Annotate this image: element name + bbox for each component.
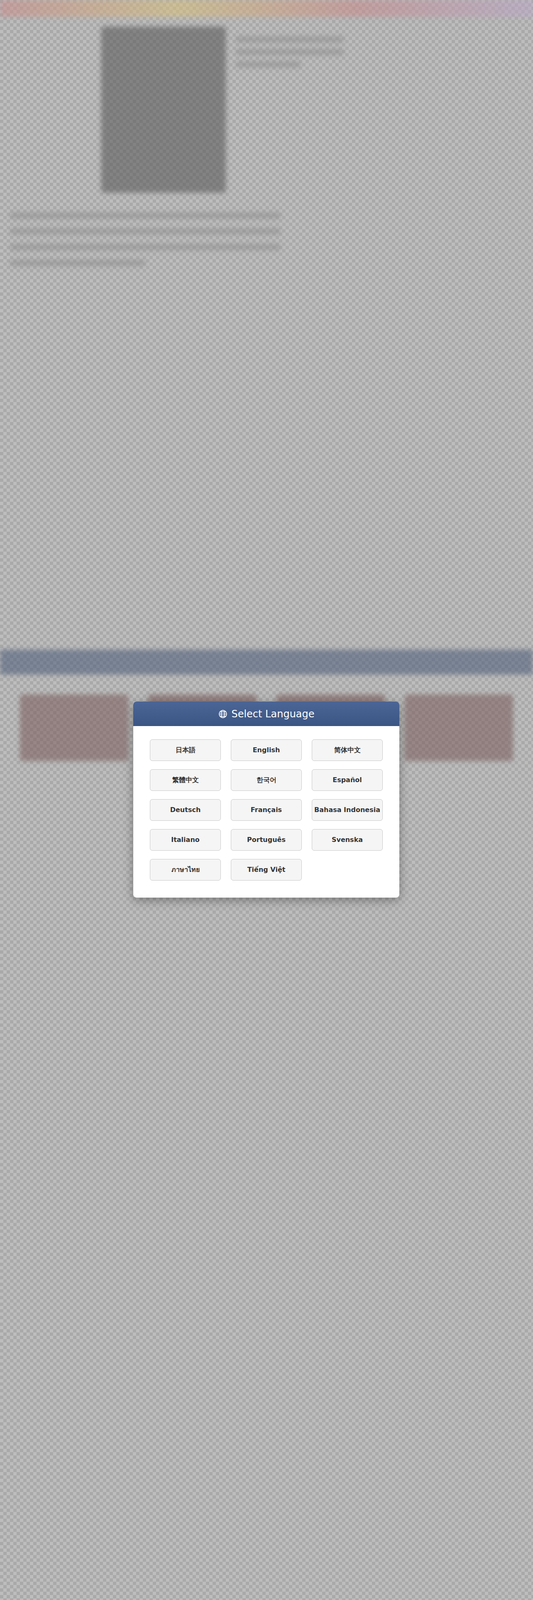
modal-header: Select Language: [133, 701, 400, 726]
globe-icon: [217, 708, 228, 719]
language-button[interactable]: Bahasa Indonesia: [311, 798, 383, 821]
language-button[interactable]: Português: [230, 828, 302, 851]
background-page: [0, 0, 533, 781]
language-button[interactable]: English: [230, 738, 302, 761]
language-list: 日本語 English 简体中文繁體中文 한국어 Español Deutsch Franç…: [133, 725, 400, 898]
language-button[interactable]: Tiếng Việt: [230, 858, 302, 881]
language-button[interactable]: Deutsch: [149, 798, 221, 821]
language-button[interactable]: 简体中文: [311, 738, 383, 761]
modal-title: Select Language: [231, 706, 315, 722]
language-button[interactable]: 日本語: [149, 738, 221, 761]
language-button[interactable]: Español: [311, 768, 383, 791]
language-button[interactable]: 한국어: [230, 768, 302, 791]
language-modal: Select Language 日本語 English 简体中文繁體中文 한국어 Esp…: [133, 701, 400, 898]
language-button[interactable]: ภาษาไทย: [149, 858, 221, 881]
language-button[interactable]: Italiano: [149, 828, 221, 851]
language-button[interactable]: 繁體中文: [149, 768, 221, 791]
language-button[interactable]: Français: [230, 798, 302, 821]
language-button[interactable]: Svenska: [311, 828, 383, 851]
